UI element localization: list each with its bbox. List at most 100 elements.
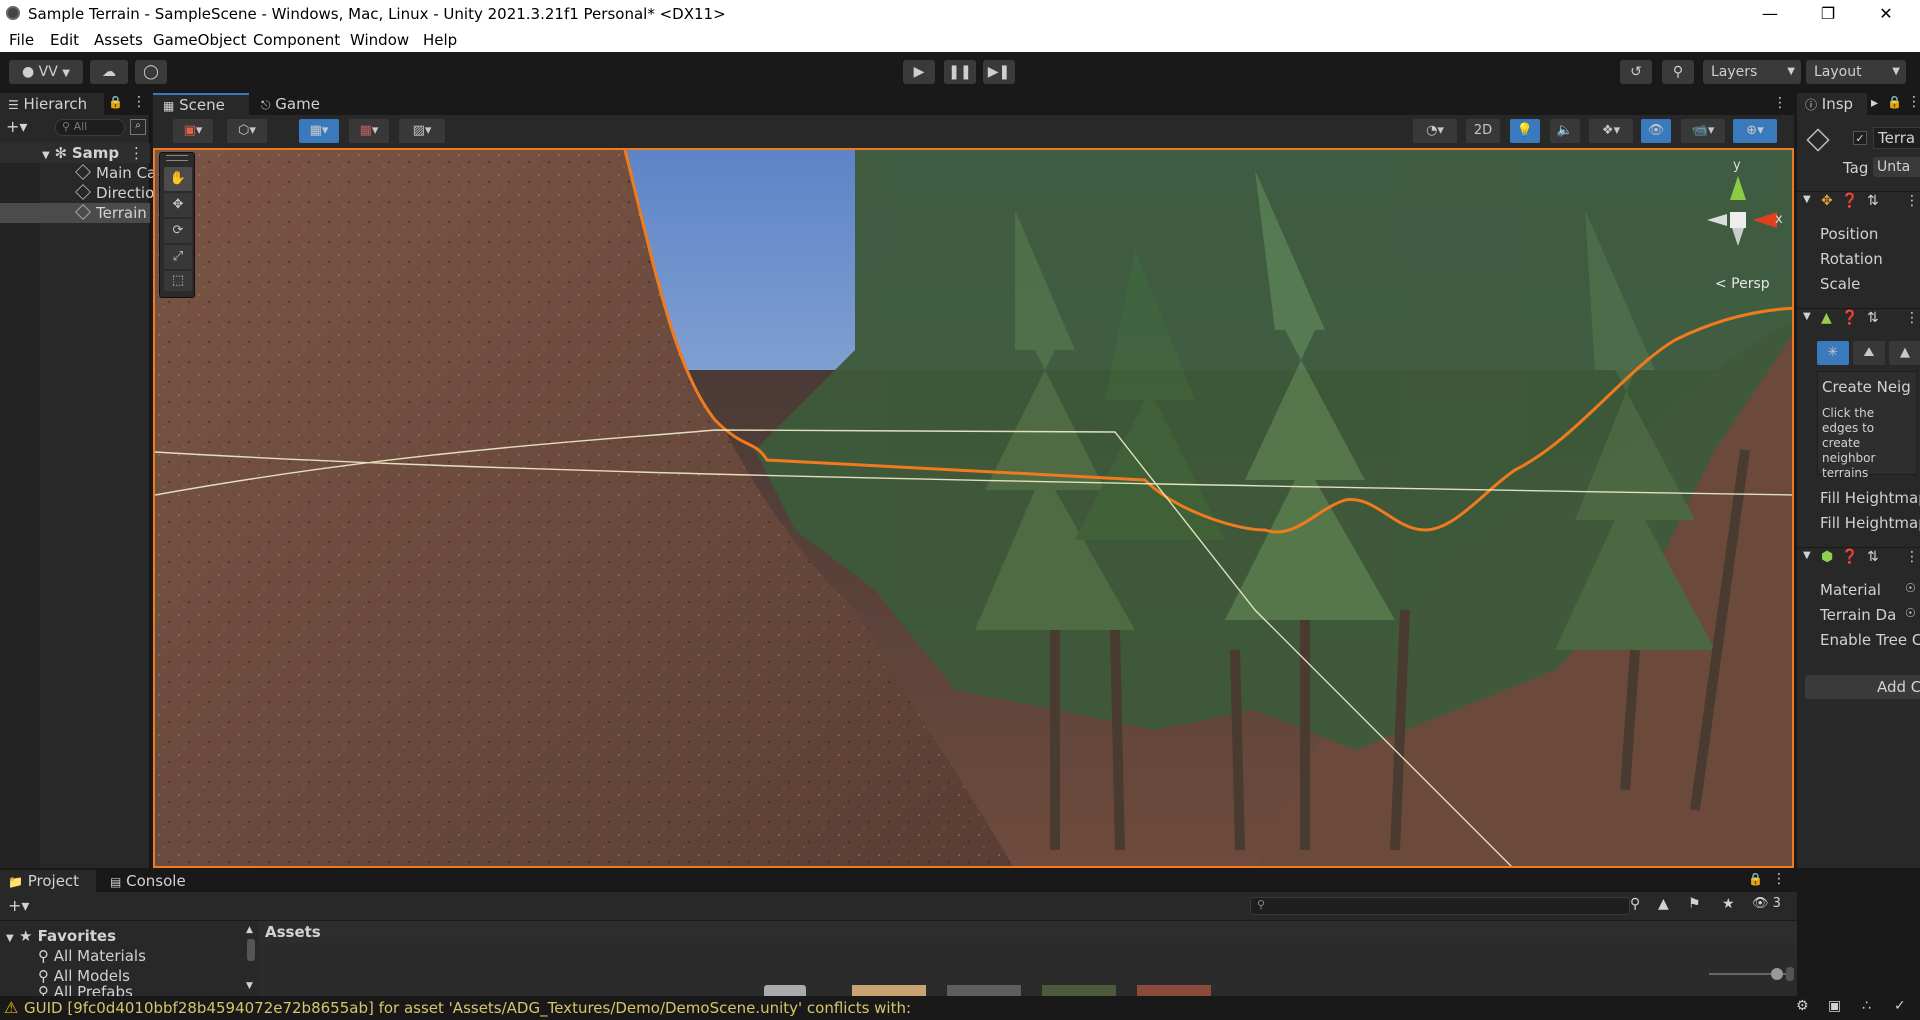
- grid-snap-dropdown[interactable]: ▦▾: [299, 119, 339, 143]
- menu-help[interactable]: Help: [423, 31, 457, 49]
- menu-edit[interactable]: Edit: [50, 31, 79, 49]
- paint-terrain-tool-button[interactable]: ⛰: [1853, 341, 1885, 365]
- search-by-type-icon[interactable]: ⚲: [1630, 896, 1640, 912]
- restore-button[interactable]: ❐: [1804, 0, 1852, 28]
- hierarchy-item-main-camera[interactable]: Main Ca: [0, 163, 156, 183]
- gizmo-persp-label[interactable]: < Persp: [1715, 276, 1770, 292]
- fill-heightmap-toggle-2[interactable]: Fill Heightmap: [1820, 514, 1920, 532]
- layout-dropdown[interactable]: Layout ▼: [1806, 60, 1906, 84]
- progress-icon[interactable]: ∴: [1862, 998, 1871, 1014]
- more-icon[interactable]: ⋮: [132, 94, 146, 110]
- more-icon[interactable]: ⋮: [1905, 549, 1919, 565]
- layers-dropdown[interactable]: Layers ▼: [1703, 60, 1801, 84]
- tab-project[interactable]: 📁 Project: [0, 870, 96, 892]
- tab-game[interactable]: ⎋ Game: [253, 93, 333, 115]
- menu-window[interactable]: Window: [350, 31, 409, 49]
- close-button[interactable]: ✕: [1862, 0, 1910, 28]
- create-asset-button[interactable]: +▾: [8, 896, 29, 915]
- scrollbar-thumb[interactable]: [247, 939, 255, 961]
- more-icon[interactable]: ⋮: [1907, 94, 1920, 110]
- label-icon[interactable]: ⚑: [1688, 896, 1701, 912]
- collab-button[interactable]: ◯: [135, 60, 167, 84]
- gizmos-dropdown[interactable]: ⊕▾: [1733, 119, 1777, 143]
- tag-dropdown[interactable]: Unta: [1873, 157, 1920, 177]
- filter-by-type-icon[interactable]: ▲: [1658, 896, 1669, 912]
- tab-hierarchy[interactable]: ☰ Hierarch: [0, 93, 104, 115]
- rect-tool-button[interactable]: ⬚: [164, 271, 192, 291]
- help-icon[interactable]: ❓: [1841, 549, 1858, 565]
- hidden-objects-toggle[interactable]: 👁: [1641, 119, 1671, 143]
- paint-trees-tool-button[interactable]: ▲: [1889, 341, 1920, 365]
- cloud-button[interactable]: ☁: [90, 60, 128, 84]
- tab-overflow-icon[interactable]: ▸: [1871, 95, 1878, 111]
- draw-mode-dropdown[interactable]: ▣▾: [173, 119, 213, 143]
- pause-button[interactable]: ❚❚: [944, 60, 976, 84]
- orientation-gizmo[interactable]: y x < Persp: [1675, 158, 1785, 292]
- object-name-field[interactable]: Terra: [1873, 127, 1920, 149]
- hierarchy-filter-icon[interactable]: ⌕: [130, 119, 146, 135]
- asset-thumbnail[interactable]: [764, 985, 806, 996]
- increment-snap-dropdown[interactable]: ▦▾: [349, 119, 389, 143]
- tree-scrollbar[interactable]: ▲ ▼: [246, 925, 256, 991]
- hierarchy-scene-row[interactable]: ▼ ✻ Samp ⋮: [0, 143, 150, 163]
- zoom-slider[interactable]: [1709, 968, 1789, 980]
- help-icon[interactable]: ❓: [1841, 193, 1858, 209]
- hierarchy-item-directional-light[interactable]: Directio: [0, 183, 154, 203]
- palette-drag-handle[interactable]: [166, 155, 188, 161]
- shading-dropdown[interactable]: ◔▾: [1413, 119, 1457, 143]
- minimize-button[interactable]: —: [1746, 0, 1794, 28]
- fill-heightmap-toggle-1[interactable]: Fill Heightmap: [1820, 489, 1920, 507]
- hidden-packages-toggle[interactable]: 👁 3: [1752, 896, 1781, 911]
- lock-icon[interactable]: 🔒: [1887, 95, 1902, 109]
- more-icon[interactable]: ⋮: [1773, 95, 1787, 111]
- debug-icon[interactable]: ⚙: [1796, 998, 1809, 1014]
- asset-thumbnail[interactable]: [947, 985, 1021, 996]
- effects-dropdown[interactable]: ❖▾: [1589, 119, 1633, 143]
- favorites-header[interactable]: ▼ ★ Favorites: [6, 927, 116, 945]
- scale-tool-button[interactable]: ⤢: [164, 245, 192, 269]
- pivot-dropdown[interactable]: ⬡▾: [227, 119, 267, 143]
- preset-icon[interactable]: ⇅: [1867, 193, 1879, 209]
- hand-tool-button[interactable]: ✋: [164, 167, 192, 191]
- lock-icon[interactable]: 🔒: [108, 95, 123, 109]
- favorites-item-all-models[interactable]: ⚲ All Models: [38, 967, 130, 985]
- favorite-star-icon[interactable]: ★: [1722, 896, 1735, 912]
- collab-status-icon[interactable]: ✓: [1894, 998, 1906, 1014]
- more-icon[interactable]: ⋮: [129, 143, 144, 163]
- create-neighbor-tool-button[interactable]: ✳: [1817, 341, 1849, 365]
- menu-component[interactable]: Component: [253, 31, 340, 49]
- scene-viewport[interactable]: ✋ ✥ ⟳ ⤢ ⬚ y x < Persp: [153, 148, 1794, 868]
- preset-icon[interactable]: ⇅: [1867, 549, 1879, 565]
- lighting-toggle[interactable]: 💡: [1510, 119, 1540, 143]
- asset-thumbnail[interactable]: [1137, 985, 1211, 996]
- zoom-slider-thumb[interactable]: [1771, 968, 1783, 980]
- add-object-button[interactable]: +▾: [6, 117, 27, 136]
- more-icon[interactable]: ⋮: [1772, 871, 1786, 887]
- toggle-2d-button[interactable]: 2D: [1466, 119, 1500, 143]
- menu-gameobject[interactable]: GameObject: [153, 31, 247, 49]
- step-button[interactable]: ▶❚: [983, 60, 1015, 84]
- help-icon[interactable]: ❓: [1841, 310, 1858, 326]
- cache-icon[interactable]: ▣: [1828, 998, 1841, 1014]
- play-button[interactable]: ▶: [903, 60, 935, 84]
- project-search-input[interactable]: ⚲: [1250, 897, 1630, 915]
- lock-icon[interactable]: 🔒: [1748, 872, 1763, 886]
- more-icon[interactable]: ⋮: [1905, 310, 1919, 326]
- terrain-header[interactable]: ▼ ▲ ❓ ⇅ ⋮: [1797, 308, 1920, 330]
- hierarchy-item-terrain[interactable]: Terrain: [0, 203, 150, 223]
- more-icon[interactable]: ⋮: [1905, 193, 1919, 209]
- active-checkbox[interactable]: ✓: [1853, 131, 1867, 145]
- scroll-up-icon[interactable]: ▲: [246, 925, 253, 935]
- assets-scrollbar[interactable]: [1785, 949, 1795, 991]
- tab-scene[interactable]: ▦ Scene: [153, 93, 249, 115]
- object-picker-icon[interactable]: ☉: [1905, 606, 1916, 620]
- scroll-down-icon[interactable]: ▼: [246, 981, 253, 991]
- move-tool-button[interactable]: ✥: [164, 193, 192, 217]
- camera-dropdown[interactable]: 📹▾: [1681, 119, 1725, 143]
- account-dropdown[interactable]: ● VV ▼: [9, 60, 83, 84]
- terrain-collider-header[interactable]: ▼ ⬢ ❓ ⇅ ⋮: [1797, 547, 1920, 569]
- asset-thumbnail[interactable]: [1042, 985, 1116, 996]
- hierarchy-search[interactable]: ⚲ All: [55, 119, 125, 136]
- history-button[interactable]: ↺: [1620, 60, 1652, 84]
- tab-console[interactable]: ▤ Console: [110, 870, 210, 892]
